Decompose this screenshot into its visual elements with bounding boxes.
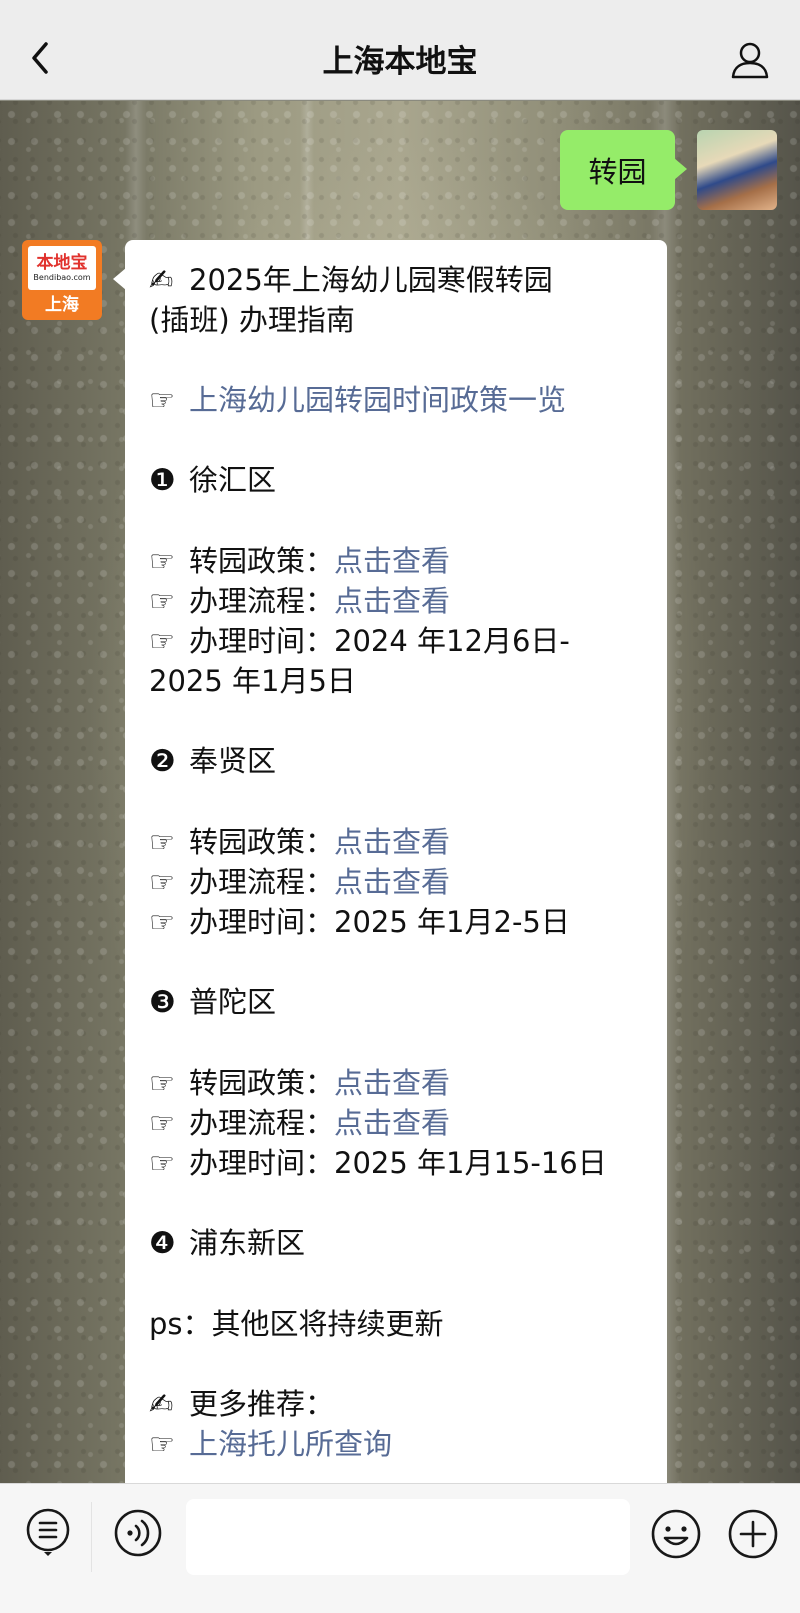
outgoing-message-bubble[interactable]: 转园 bbox=[560, 130, 687, 210]
writing-hand-icon: ✍ bbox=[149, 1387, 174, 1421]
pointing-hand-icon: ☞ bbox=[149, 1066, 175, 1100]
pointing-hand-icon: ☞ bbox=[149, 865, 175, 899]
pointing-hand-icon: ☞ bbox=[149, 825, 175, 859]
add-more-icon[interactable] bbox=[727, 1508, 779, 1560]
district-heading: ❶ 徐汇区 bbox=[149, 460, 647, 501]
page-title: 上海本地宝 bbox=[322, 44, 478, 80]
pointing-hand-icon: ☞ bbox=[149, 383, 175, 417]
time-value: 2025 年1月15-16日 bbox=[334, 1146, 607, 1180]
process-link[interactable]: 点击查看 bbox=[334, 1106, 450, 1140]
voice-input-icon[interactable] bbox=[113, 1508, 163, 1558]
ps-note: ps：其他区将持续更新 bbox=[149, 1307, 444, 1341]
policy-overview-link[interactable]: 上海幼儿园转园时间政策一览 bbox=[189, 383, 566, 417]
pointing-hand-icon: ☞ bbox=[149, 905, 175, 939]
process-link[interactable]: 点击查看 bbox=[334, 584, 450, 618]
district-heading: ❹ 浦东新区 bbox=[149, 1223, 647, 1264]
logo-domain-text: Bendibao.com bbox=[33, 273, 91, 282]
policy-link[interactable]: 点击查看 bbox=[334, 544, 450, 578]
more-label: 更多推荐： bbox=[189, 1387, 335, 1421]
number-2-icon: ❷ bbox=[149, 744, 176, 779]
writing-hand-icon: ✍ bbox=[149, 263, 174, 297]
nav-header: 上海本地宝 bbox=[0, 0, 800, 100]
message-input[interactable] bbox=[186, 1499, 630, 1575]
input-toolbar bbox=[0, 1483, 800, 1613]
time-value: 2025 年1月2-5日 bbox=[334, 905, 570, 939]
pointing-hand-icon: ☞ bbox=[149, 1146, 175, 1180]
daycare-query-link[interactable]: 上海托儿所查询 bbox=[189, 1427, 392, 1461]
policy-link[interactable]: 点击查看 bbox=[334, 1066, 450, 1100]
message-title: ✍ 2025年上海幼儿园寒假转园 bbox=[149, 260, 647, 300]
time-value: 2024 年12月6日- bbox=[334, 624, 570, 658]
pointing-hand-icon: ☞ bbox=[149, 1427, 175, 1461]
district-heading: ❸ 普陀区 bbox=[149, 982, 647, 1023]
logo-city-text: 上海 bbox=[45, 295, 79, 315]
number-3-icon: ❸ bbox=[149, 985, 176, 1020]
time-value-cont: 2025 年1月5日 bbox=[149, 664, 356, 698]
back-arrow-icon[interactable] bbox=[26, 38, 56, 78]
pointing-hand-icon: ☞ bbox=[149, 1106, 175, 1140]
logo-brand-text: 本地宝 bbox=[36, 253, 88, 273]
district-heading: ❷ 奉贤区 bbox=[149, 741, 647, 782]
policy-link[interactable]: 点击查看 bbox=[334, 825, 450, 859]
emoji-icon[interactable] bbox=[650, 1508, 702, 1560]
toolbar-divider bbox=[91, 1502, 92, 1572]
pointing-hand-icon: ☞ bbox=[149, 624, 175, 658]
pointing-hand-icon: ☞ bbox=[149, 584, 175, 618]
my-avatar[interactable] bbox=[697, 130, 777, 210]
bot-avatar[interactable]: 本地宝 Bendibao.com 上海 bbox=[22, 240, 102, 320]
outgoing-message-text: 转园 bbox=[588, 155, 647, 189]
menu-list-icon[interactable] bbox=[24, 1508, 72, 1556]
pointing-hand-icon: ☞ bbox=[149, 544, 175, 578]
number-4-icon: ❹ bbox=[149, 1226, 176, 1261]
incoming-message-bubble: ✍ 2025年上海幼儿园寒假转园 (插班) 办理指南 ☞ 上海幼儿园转园时间政策一览… bbox=[125, 240, 667, 1483]
number-1-icon: ❶ bbox=[149, 463, 176, 498]
message-title-cont: (插班) 办理指南 bbox=[149, 303, 355, 337]
user-profile-icon[interactable] bbox=[730, 40, 770, 80]
process-link[interactable]: 点击查看 bbox=[334, 865, 450, 899]
